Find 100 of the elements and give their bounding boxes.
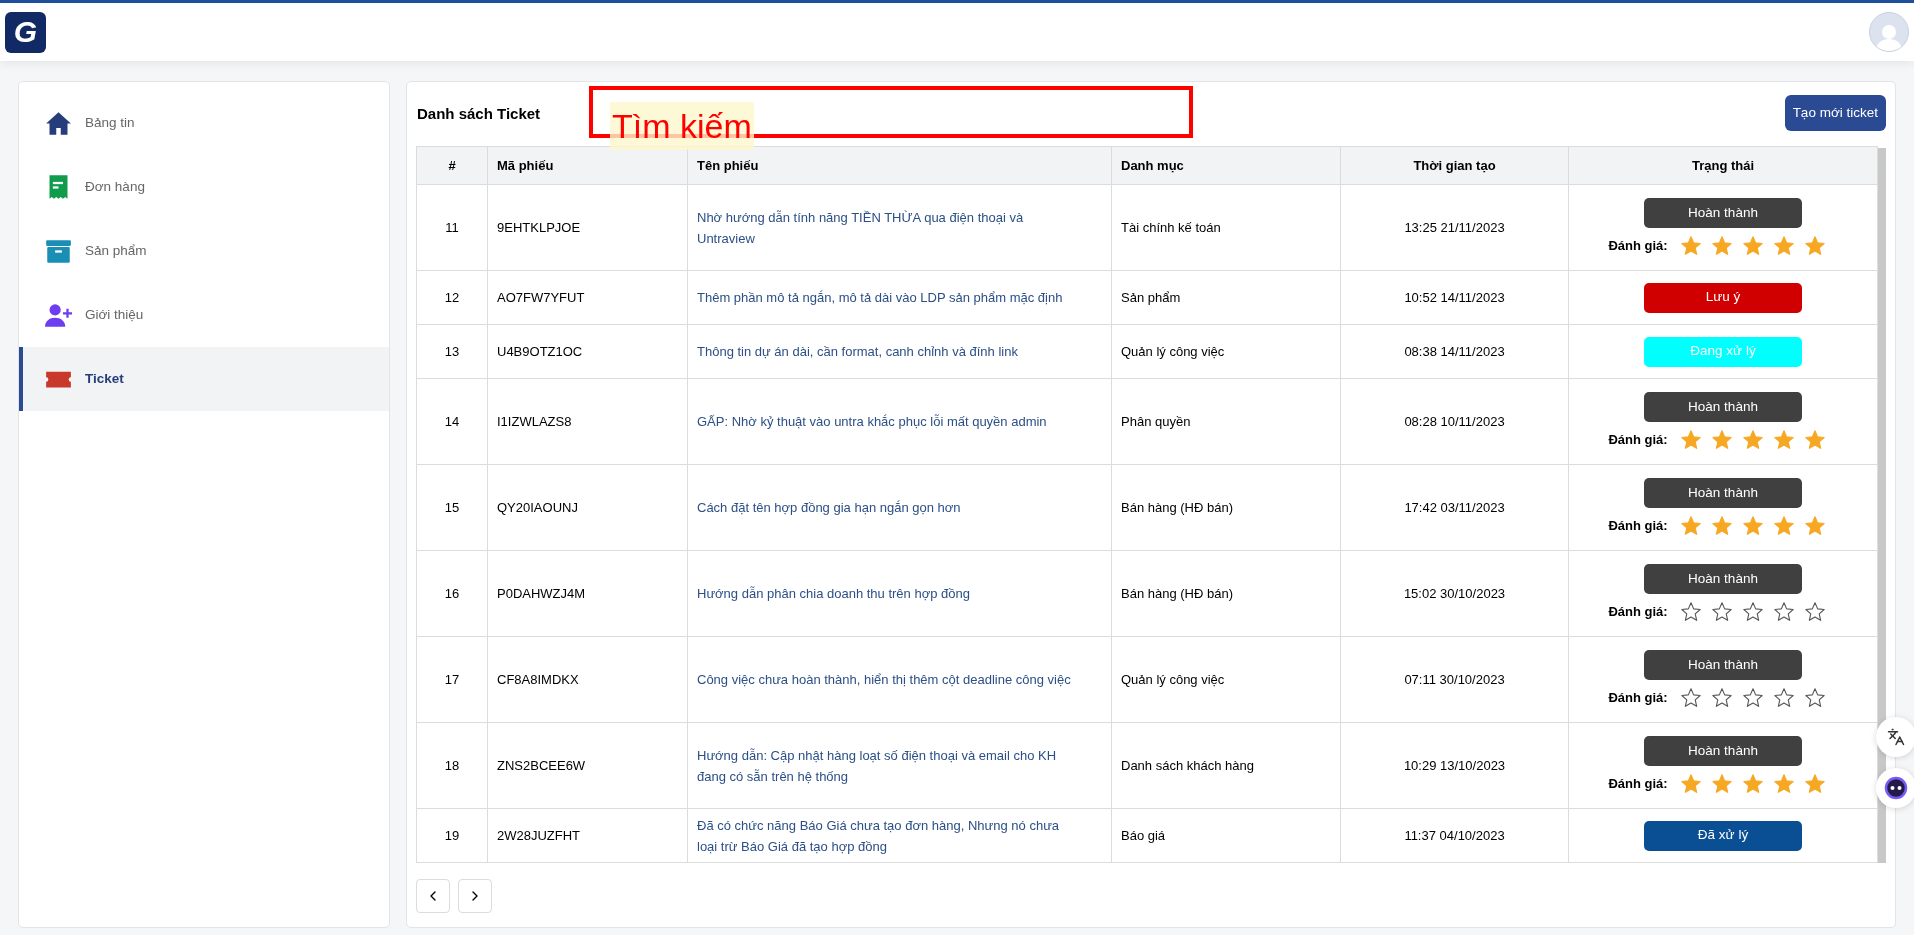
column-header: Mã phiếu: [487, 146, 688, 185]
table-cell: 08:28 10/11/2023: [1340, 378, 1569, 465]
archive-box-icon: [45, 237, 72, 265]
column-header: #: [416, 146, 488, 185]
rating-label: Đánh giá:: [1608, 431, 1668, 450]
star-icon: [1803, 235, 1826, 257]
table-cell: CF8A8IMDKX: [487, 636, 688, 723]
ticket-link[interactable]: Thông tin dự án dài, cần format, canh chỉnh và đính link: [687, 324, 1112, 379]
column-header: Danh mục: [1111, 146, 1341, 185]
scrollbar[interactable]: [1878, 148, 1886, 863]
rating-label: Đánh giá:: [1608, 237, 1668, 256]
table-cell: Sản phẩm: [1111, 270, 1341, 325]
page-title: Danh sách Ticket: [417, 103, 541, 124]
column-header: Tên phiếu: [687, 146, 1112, 185]
assistant-button[interactable]: [1876, 768, 1914, 808]
column-header: Thời gian tạo: [1340, 146, 1569, 185]
robot-face-icon: [1884, 776, 1908, 800]
star-icon: [1772, 429, 1795, 451]
table-cell: 13:25 21/11/2023: [1340, 184, 1569, 271]
table-cell: Bán hàng (HĐ bán): [1111, 464, 1341, 551]
table-cell: 18: [416, 722, 488, 809]
sidebar-item[interactable]: Đơn hàng: [19, 155, 389, 219]
rating-label: Đánh giá:: [1608, 517, 1668, 536]
star-icon: [1710, 235, 1733, 257]
status-badge: Lưu ý: [1644, 282, 1802, 313]
table-cell: Bán hàng (HĐ bán): [1111, 550, 1341, 637]
star-icon: [1741, 235, 1764, 257]
sidebar-item[interactable]: Ticket: [19, 347, 389, 411]
table-cell: 10:52 14/11/2023: [1340, 270, 1569, 325]
star-icon: [1772, 687, 1795, 709]
status-badge: Đang xử lý: [1644, 336, 1802, 367]
translate-button[interactable]: [1876, 717, 1914, 757]
next-page-button[interactable]: [458, 879, 492, 913]
table-cell: 13: [416, 324, 488, 379]
table-cell: ZNS2BCEE6W: [487, 722, 688, 809]
translate-icon: [1887, 728, 1905, 746]
ticket-link[interactable]: Thêm phần mô tả ngắn, mô tả dài vào LDP sản phẩm mặc định: [687, 270, 1112, 325]
star-icon: [1803, 515, 1826, 537]
sidebar-item[interactable]: Bảng tin: [19, 91, 389, 155]
table-cell: I1IZWLAZS8: [487, 378, 688, 465]
user-avatar[interactable]: [1869, 12, 1909, 52]
star-icon: [1803, 687, 1826, 709]
rating-label: Đánh giá:: [1608, 603, 1668, 622]
table-cell: Quản lý công việc: [1111, 636, 1341, 723]
previous-page-button[interactable]: [416, 879, 450, 913]
star-icon: [1741, 687, 1764, 709]
star-icon: [1710, 429, 1733, 451]
star-icon: [1679, 601, 1702, 623]
star-icon: [1710, 773, 1733, 795]
star-icon: [1679, 515, 1702, 537]
star-icon: [1741, 429, 1764, 451]
ticket-link[interactable]: GẤP: Nhờ kỷ thuật vào untra khắc phục lỗi mất quyền admin: [687, 378, 1112, 465]
table-cell: Danh sách khách hàng: [1111, 722, 1341, 809]
table-cell: Phân quyền: [1111, 378, 1341, 465]
table-cell: 17: [416, 636, 488, 723]
table-cell: 9EHTKLPJOE: [487, 184, 688, 271]
ticket-link[interactable]: Hướng dẫn phân chia doanh thu trên hợp đồng: [687, 550, 1112, 637]
status-badge: Hoàn thành: [1644, 198, 1802, 228]
table-cell: QY20IAOUNJ: [487, 464, 688, 551]
table-cell: 14: [416, 378, 488, 465]
table-cell: 15: [416, 464, 488, 551]
star-icon: [1772, 773, 1795, 795]
status-badge: Hoàn thành: [1644, 478, 1802, 508]
ticket-link[interactable]: Công việc chưa hoàn thành, hiển thị thêm cột deadline công việc: [687, 636, 1112, 723]
status-badge: Hoàn thành: [1644, 564, 1802, 594]
column-header: Trạng thái: [1568, 146, 1878, 185]
add-user-icon: [45, 301, 72, 329]
star-icon: [1741, 601, 1764, 623]
star-icon: [1679, 687, 1702, 709]
table-cell: 2W28JUZFHT: [487, 808, 688, 863]
sidebar-item[interactable]: Sản phẩm: [19, 219, 389, 283]
table-cell: 16: [416, 550, 488, 637]
star-icon: [1679, 235, 1702, 257]
ticket-link[interactable]: Đã có chức năng Báo Giá chưa tạo đơn hàng, Nhưng nó chưa loại trừ Báo Giá đã tạo hợp đồng: [687, 808, 1112, 863]
sidebar-item[interactable]: Giới thiệu: [19, 283, 389, 347]
table-cell: 15:02 30/10/2023: [1340, 550, 1569, 637]
table-cell: 10:29 13/10/2023: [1340, 722, 1569, 809]
star-icon: [1679, 773, 1702, 795]
ticket-link[interactable]: Hướng dẫn: Cập nhật hàng loạt số điện thoại và email cho KH đang có sẵn trên hệ thống: [687, 722, 1112, 809]
app-logo[interactable]: G: [5, 11, 46, 53]
table-cell: U4B9OTZ1OC: [487, 324, 688, 379]
table-cell: AO7FW7YFUT: [487, 270, 688, 325]
ticket-link[interactable]: Nhờ hướng dẫn tính năng TIỀN THỪA qua điện thoại và Untraview: [687, 184, 1112, 271]
star-icon: [1710, 515, 1733, 537]
star-icon: [1710, 601, 1733, 623]
table-cell: 11:37 04/10/2023: [1340, 808, 1569, 863]
table-cell: 19: [416, 808, 488, 863]
status-badge: Hoàn thành: [1644, 392, 1802, 422]
star-icon: [1803, 429, 1826, 451]
table-cell: 12: [416, 270, 488, 325]
ticket-link[interactable]: Cách đặt tên hợp đồng gia hạn ngắn gọn hơn: [687, 464, 1112, 551]
star-icon: [1679, 429, 1702, 451]
home-icon: [45, 109, 72, 137]
table-cell: Quản lý công việc: [1111, 324, 1341, 379]
star-icon: [1803, 601, 1826, 623]
create-ticket-button[interactable]: Tạo mới ticket: [1784, 95, 1886, 131]
status-badge: Hoàn thành: [1644, 650, 1802, 680]
table-cell: 08:38 14/11/2023: [1340, 324, 1569, 379]
table-cell: P0DAHWZJ4M: [487, 550, 688, 637]
star-icon: [1772, 235, 1795, 257]
